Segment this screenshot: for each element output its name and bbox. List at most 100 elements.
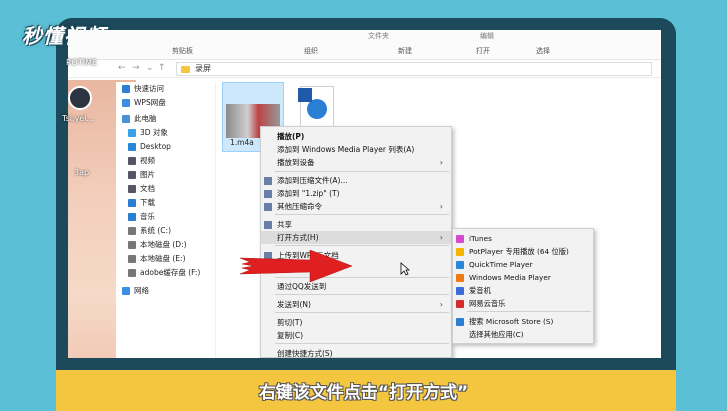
- menu-item[interactable]: 其他压缩命令 ›: [261, 200, 451, 213]
- menu-separator: [275, 294, 449, 295]
- chevron-right-icon: ›: [439, 300, 443, 309]
- video-icon: [128, 156, 136, 165]
- chevron-down-icon[interactable]: ⌄: [146, 63, 154, 73]
- submenu-item[interactable]: Windows Media Player: [453, 271, 593, 284]
- menu-item-label: 共享: [277, 220, 292, 229]
- nav-item-label: 音乐: [140, 212, 155, 221]
- nav-item-label: adobe缓存盘 (F:): [140, 268, 201, 277]
- nav-item[interactable]: 图片: [128, 168, 155, 181]
- nav-item[interactable]: 视频: [128, 154, 155, 167]
- red-pointer-arrow: [240, 250, 352, 282]
- ribbon: 文件夹 编辑 剪贴板 组织 新建 打开 选择: [68, 30, 661, 60]
- menu-item-icon: [264, 177, 272, 185]
- nav-item[interactable]: 3D 对象: [128, 126, 168, 139]
- drive-icon: [128, 254, 136, 263]
- nav-item[interactable]: 音乐: [128, 210, 155, 223]
- nav-item-label: 下载: [140, 198, 155, 207]
- up-arrow-icon[interactable]: ↑: [158, 63, 166, 73]
- nav-item[interactable]: 此电脑: [122, 112, 157, 125]
- music-note-icon: [307, 99, 327, 119]
- screen: 文件夹 编辑 剪贴板 组织 新建 打开 选择 ← → ⌄ ↑ 录屏 快速访问 WP…: [68, 30, 661, 358]
- nav-item-label: Desktop: [140, 142, 171, 151]
- submenu-separator: [467, 311, 591, 312]
- submenu-item[interactable]: 爱音机: [453, 284, 593, 297]
- submenu-item-label: PotPlayer 专用播放 (64 位版): [469, 247, 569, 256]
- ribbon-group-organize: 组织: [304, 47, 318, 55]
- submenu-item-label: 选择其他应用(C): [469, 330, 524, 339]
- nav-item-label: 视频: [140, 156, 155, 165]
- ribbon-group-select: 选择: [536, 47, 550, 55]
- menu-item[interactable]: 复制(C): [261, 329, 451, 342]
- menu-item-label: 添加到压缩文件(A)...: [277, 176, 348, 185]
- menu-item[interactable]: 添加到压缩文件(A)...: [261, 174, 451, 187]
- ribbon-top-edit[interactable]: 编辑: [480, 31, 494, 41]
- menu-item-open-with[interactable]: 打开方式(H) ›: [261, 231, 451, 244]
- menu-item[interactable]: 剪切(T): [261, 316, 451, 329]
- nav-item[interactable]: 下载: [128, 196, 155, 209]
- download-icon: [128, 198, 136, 207]
- picture-icon: [128, 170, 136, 179]
- cube-icon: [128, 128, 136, 137]
- nav-item[interactable]: 快速访问: [122, 82, 164, 95]
- nav-item[interactable]: WPS网盘: [122, 96, 166, 109]
- menu-item[interactable]: 添加到 "1.zip" (T): [261, 187, 451, 200]
- submenu-item[interactable]: 选择其他应用(C): [453, 328, 593, 341]
- address-input[interactable]: 录屏: [176, 62, 652, 76]
- menu-item-icon: [264, 190, 272, 198]
- nav-item-label: 3D 对象: [140, 128, 168, 137]
- submenu-item[interactable]: iTunes: [453, 232, 593, 245]
- folder-icon: [181, 66, 190, 73]
- menu-item[interactable]: 播放(P): [261, 130, 451, 143]
- desktop-icon: [128, 142, 136, 151]
- submenu-item[interactable]: QuickTime Player: [453, 258, 593, 271]
- submenu-item[interactable]: 搜索 Microsoft Store (S): [453, 315, 593, 328]
- menu-item[interactable]: 创建快捷方式(S): [261, 347, 451, 358]
- forward-arrow-icon[interactable]: →: [132, 63, 140, 73]
- nav-item[interactable]: 本地磁盘 (E:): [128, 252, 186, 265]
- nav-item-label: 此电脑: [134, 114, 157, 123]
- app-icon: [456, 300, 464, 308]
- nav-item-label: 本地磁盘 (E:): [140, 254, 186, 263]
- menu-item-label: 发送到(N): [277, 300, 311, 309]
- submenu-item[interactable]: PotPlayer 专用播放 (64 位版): [453, 245, 593, 258]
- nav-item[interactable]: 本地磁盘 (D:): [128, 238, 187, 251]
- menu-item-label: 打开方式(H): [277, 233, 319, 242]
- nav-item-label: 系统 (C:): [140, 226, 171, 235]
- nav-item-label: 本地磁盘 (D:): [140, 240, 187, 249]
- ribbon-top-folder[interactable]: 文件夹: [368, 31, 389, 41]
- menu-item-label: 通过QQ发送到: [277, 282, 327, 291]
- menu-item-icon: [264, 221, 272, 229]
- desktop-label-3: 3ap: [74, 168, 90, 177]
- menu-item[interactable]: 播放到设备 ›: [261, 156, 451, 169]
- nav-item-label: WPS网盘: [134, 98, 166, 107]
- chevron-right-icon: ›: [439, 202, 443, 211]
- menu-item[interactable]: 发送到(N) ›: [261, 298, 451, 311]
- ribbon-group-clipboard: 剪贴板: [172, 47, 193, 55]
- network-icon: [122, 286, 130, 295]
- nav-item[interactable]: Desktop: [128, 140, 171, 153]
- address-bar: ← → ⌄ ↑ 录屏: [68, 60, 661, 78]
- menu-separator: [275, 171, 449, 172]
- ribbon-group-new: 新建: [398, 47, 412, 55]
- menu-item-label: 复制(C): [277, 331, 304, 340]
- navigation-pane: 快速访问 WPS网盘此电脑 3D 对象 Desktop 视频图片 文档下载音乐系统 (C:…: [116, 82, 216, 358]
- nav-item[interactable]: 文档: [128, 182, 155, 195]
- mouse-cursor-icon: [400, 262, 410, 276]
- menu-separator: [275, 214, 449, 215]
- nav-item-label: 网络: [134, 286, 149, 295]
- menu-separator: [275, 343, 449, 344]
- address-path: 录屏: [195, 64, 211, 73]
- drive-icon: [128, 268, 136, 277]
- cloud-icon: [122, 98, 130, 107]
- submenu-item[interactable]: 网易云音乐: [453, 297, 593, 310]
- nav-item[interactable]: 系统 (C:): [128, 224, 171, 237]
- app-icon: [456, 274, 464, 282]
- cast-screen-icon[interactable]: [68, 86, 92, 110]
- nav-item[interactable]: adobe缓存盘 (F:): [128, 266, 200, 279]
- menu-item[interactable]: 共享: [261, 218, 451, 231]
- back-arrow-icon[interactable]: ←: [118, 63, 126, 73]
- menu-item-label: 创建快捷方式(S): [277, 349, 333, 358]
- menu-item[interactable]: 添加到 Windows Media Player 列表(A): [261, 143, 451, 156]
- nav-item[interactable]: 网络: [122, 284, 149, 297]
- star-icon: [122, 84, 130, 93]
